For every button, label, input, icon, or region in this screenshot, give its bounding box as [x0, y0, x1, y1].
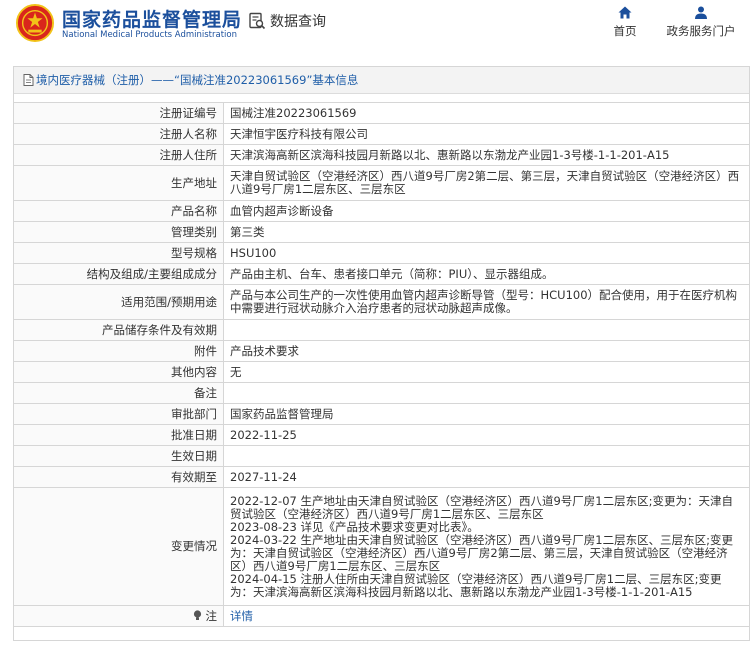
nav-home-label: 首页 [613, 24, 637, 38]
site-header: 国家药品监督管理局 National Medical Products Admi… [0, 0, 754, 52]
nav-portal-label: 政务服务门户 [666, 24, 736, 38]
registrant-value: 天津恒宇医疗科技有限公司 [223, 123, 750, 145]
table-row: 管理类别 第三类 [13, 221, 750, 243]
field-label: 注册人名称 [13, 123, 224, 145]
table-row: 备注 [13, 382, 750, 404]
data-query-link[interactable]: 数据查询 [248, 11, 326, 31]
field-label: 生效日期 [13, 445, 224, 467]
category-value: 第三类 [223, 221, 750, 243]
approval-dept-value: 国家药品监督管理局 [223, 403, 750, 425]
field-label: 注册证编号 [13, 102, 224, 124]
user-icon [695, 6, 707, 19]
document-search-icon [249, 12, 266, 30]
national-emblem-icon[interactable] [16, 4, 54, 42]
change-entry: 2023-08-23 详见《产品技术要求变更对比表》。 [230, 519, 479, 534]
data-query-label: 数据查询 [270, 14, 326, 30]
scope-value: 产品与本公司生产的一次性使用血管内超声诊断导管（型号：HCU100）配合使用，用… [223, 284, 750, 320]
product-name-value: 血管内超声诊断设备 [223, 200, 750, 222]
table-row: 生产地址 天津自贸试验区（空港经济区）西八道9号厂房2第二层、第三层，天津自贸试… [13, 165, 750, 201]
attachment-value: 产品技术要求 [223, 340, 750, 362]
changes-value: 2022-12-07 生产地址由天津自贸试验区（空港经济区）西八道9号厂房1二层… [223, 487, 750, 606]
model-value: HSU100 [223, 242, 750, 264]
breadcrumb: 境内医疗器械（注册）——“国械注准20223061569”基本信息 [14, 67, 749, 94]
field-label: 生产地址 [13, 165, 224, 201]
field-label: 变更情况 [13, 487, 224, 606]
field-label: 其他内容 [13, 361, 224, 383]
registration-info-table: 注册证编号 国械注准20223061569 注册人名称 天津恒宇医疗科技有限公司… [13, 102, 750, 627]
table-row: 注册人住所 天津滨海高新区滨海科技园月新路以北、惠新路以东渤龙产业园1-3号楼-… [13, 144, 750, 166]
table-row: 型号规格 HSU100 [13, 242, 750, 264]
site-name-cn[interactable]: 国家药品监督管理局 [62, 5, 242, 32]
field-label: 产品储存条件及有效期 [13, 319, 224, 341]
other-value: 无 [223, 361, 750, 383]
reg-no-value: 国械注准20223061569 [223, 102, 750, 124]
storage-value [223, 319, 750, 341]
note-value-cell: 详情 [223, 605, 750, 627]
table-row: 产品名称 血管内超声诊断设备 [13, 200, 750, 222]
breadcrumb-text: 境内医疗器械（注册）——“国械注准20223061569”基本信息 [36, 73, 359, 87]
table-row: 适用范围/预期用途 产品与本公司生产的一次性使用血管内超声诊断导管（型号：HCU… [13, 284, 750, 320]
detail-link[interactable]: 详情 [230, 609, 253, 623]
nav-home[interactable]: 首页 [610, 6, 640, 39]
field-label: 注册人住所 [13, 144, 224, 166]
nav-portal[interactable]: 政务服务门户 [662, 6, 740, 39]
document-icon [23, 74, 34, 86]
field-label: 附件 [13, 340, 224, 362]
lightbulb-icon [193, 609, 201, 620]
table-row: 批准日期 2022-11-25 [13, 424, 750, 446]
field-label: 产品名称 [13, 200, 224, 222]
field-label: 适用范围/预期用途 [13, 284, 224, 320]
table-row: 注册人名称 天津恒宇医疗科技有限公司 [13, 123, 750, 145]
table-row: 有效期至 2027-11-24 [13, 466, 750, 488]
table-row: 产品储存条件及有效期 [13, 319, 750, 341]
approval-date-value: 2022-11-25 [223, 424, 750, 446]
table-row: 附件 产品技术要求 [13, 340, 750, 362]
registrant-addr-value: 天津滨海高新区滨海科技园月新路以北、惠新路以东渤龙产业园1-3号楼-1-1-20… [223, 144, 750, 166]
note-label-cell: 注 [13, 605, 224, 627]
home-icon [618, 6, 632, 19]
field-label: 有效期至 [13, 466, 224, 488]
field-label: 注 [205, 608, 218, 623]
field-label: 结构及组成/主要组成成分 [13, 263, 224, 285]
table-row: 其他内容 无 [13, 361, 750, 383]
field-label: 审批部门 [13, 403, 224, 425]
change-entry: 2024-04-15 注册人住所由天津自贸试验区（空港经济区）西八道9号厂房1二… [230, 571, 722, 599]
table-row: 变更情况 2022-12-07 生产地址由天津自贸试验区（空港经济区）西八道9号… [13, 487, 750, 606]
field-label: 批准日期 [13, 424, 224, 446]
table-row: 注册证编号 国械注准20223061569 [13, 102, 750, 124]
expiry-value: 2027-11-24 [223, 466, 750, 488]
change-entry: 2024-03-22 生产地址由天津自贸试验区（空港经济区）西八道9号厂房1二层… [230, 532, 733, 573]
effective-date-value [223, 445, 750, 467]
change-entry: 2022-12-07 生产地址由天津自贸试验区（空港经济区）西八道9号厂房1二层… [230, 493, 733, 521]
site-name-en: National Medical Products Administration [62, 30, 237, 40]
field-label: 型号规格 [13, 242, 224, 264]
table-row: 结构及组成/主要组成成分 产品由主机、台车、患者接口单元（简称：PIU）、显示器… [13, 263, 750, 285]
prod-addr-value: 天津自贸试验区（空港经济区）西八道9号厂房2第二层、第三层，天津自贸试验区（空港… [223, 165, 750, 201]
table-row: 审批部门 国家药品监督管理局 [13, 403, 750, 425]
remark-value [223, 382, 750, 404]
structure-value: 产品由主机、台车、患者接口单元（简称：PIU）、显示器组成。 [223, 263, 750, 285]
field-label: 管理类别 [13, 221, 224, 243]
field-label: 备注 [13, 382, 224, 404]
table-row: 生效日期 [13, 445, 750, 467]
table-row: 注 详情 [13, 605, 750, 627]
